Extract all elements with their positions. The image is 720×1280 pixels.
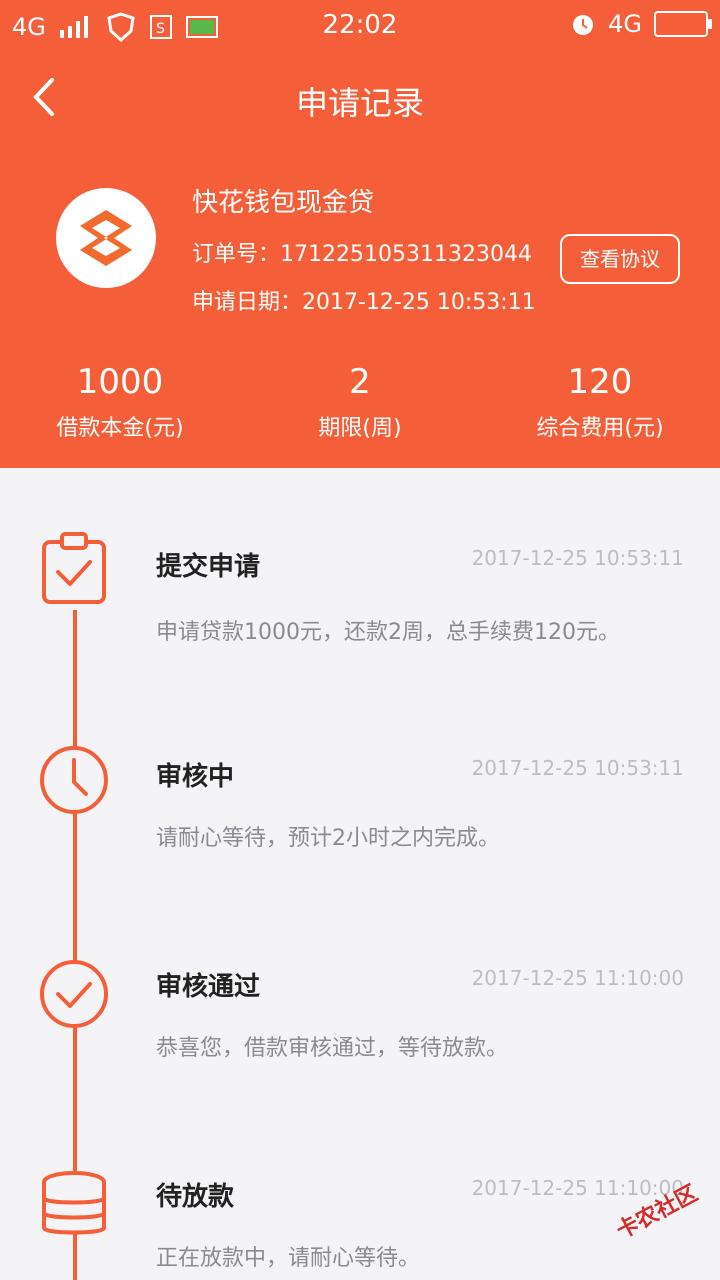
- stat-value: 120: [567, 362, 633, 402]
- clock-icon: [40, 746, 108, 814]
- apply-date: 申请日期：2017-12-25 10:53:11: [192, 290, 536, 315]
- product-logo-icon: [80, 210, 132, 266]
- view-agreement-button[interactable]: 查看协议: [560, 234, 680, 284]
- header: 4G S 22:02 4G 申请记录 快花钱包现金贷 订单号：171225105…: [0, 0, 720, 468]
- nav-bar: 申请记录: [0, 50, 720, 146]
- step-desc: 正在放款中，请耐心等待。: [156, 1246, 421, 1271]
- battery-icon: [654, 11, 712, 37]
- database-coins-icon: [42, 1171, 106, 1235]
- stat-value: 2: [349, 362, 371, 402]
- product-name: 快花钱包现金贷: [192, 188, 375, 218]
- stat-label: 借款本金(元): [56, 416, 184, 441]
- page-title: 申请记录: [295, 84, 424, 122]
- stat-fee: 120 综合费用(元): [480, 362, 720, 442]
- order-number: 订单号：171225105311323044: [192, 242, 532, 267]
- stat-principal: 1000 借款本金(元): [0, 362, 240, 442]
- step-title: 审核通过: [156, 972, 261, 1002]
- step-desc: 恭喜您，借款审核通过，等待放款。: [156, 1036, 509, 1061]
- step-time: 2017-12-25 11:10:00: [471, 966, 684, 990]
- step-title: 提交申请: [156, 552, 261, 582]
- stat-term: 2 期限(周): [240, 362, 480, 442]
- step-title: 待放款: [156, 1182, 235, 1212]
- network-label-right: 4G: [608, 10, 642, 38]
- step-desc: 请耐心等待，预计2小时之内完成。: [156, 826, 500, 851]
- alarm-icon: [573, 15, 594, 35]
- clipboard-check-icon: [42, 532, 106, 604]
- stat-label: 综合费用(元): [536, 416, 664, 441]
- check-circle-icon: [40, 960, 108, 1028]
- step-time: 2017-12-25 10:53:11: [471, 546, 684, 570]
- stat-value: 1000: [76, 362, 164, 402]
- step-time: 2017-12-25 10:53:11: [471, 756, 684, 780]
- step-title: 审核中: [156, 762, 235, 792]
- stat-label: 期限(周): [318, 416, 402, 441]
- step-desc: 申请贷款1000元，还款2周，总手续费120元。: [156, 620, 620, 645]
- status-bar: 4G S 22:02 4G: [0, 0, 720, 50]
- product-logo: [56, 188, 156, 288]
